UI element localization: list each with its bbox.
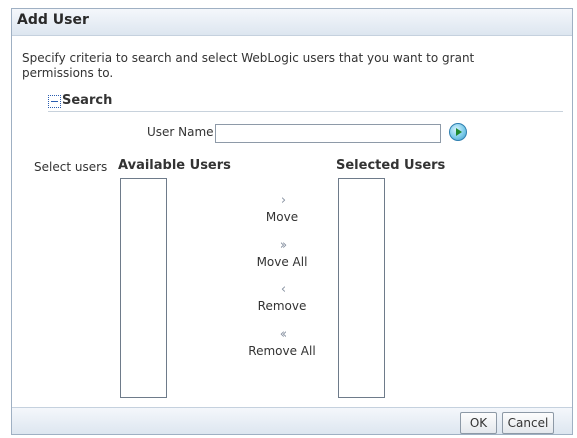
remove-left-icon: ‹ [280,282,286,297]
available-users-list[interactable] [120,178,167,398]
ok-button[interactable]: OK [460,412,497,434]
move-button[interactable]: › Move [232,192,332,224]
collapse-icon[interactable] [48,95,61,108]
remove-button[interactable]: ‹ Remove [232,281,332,313]
search-section-header[interactable]: Search [48,93,563,112]
move-label: Move [265,210,299,224]
available-users-header: Available Users [118,158,231,173]
go-arrow-icon[interactable] [449,123,467,141]
cancel-button[interactable]: Cancel [502,412,554,434]
move-right-icon: › [280,193,286,208]
dialog-title-bar[interactable]: Add User [12,9,572,36]
selected-users-list[interactable] [338,178,385,398]
instructions-text: Specify criteria to search and select We… [22,51,475,80]
add-user-dialog: Add User Specify criteria to search and … [11,8,573,435]
remove-label: Remove [257,299,307,313]
user-name-input[interactable] [215,124,441,143]
search-section-label: Search [62,93,113,108]
move-all-right-icon: ›› [279,238,287,253]
move-all-button[interactable]: ›› Move All [232,237,332,269]
remove-all-label: Remove All [248,344,316,358]
selected-users-header: Selected Users [336,158,446,173]
remove-all-button[interactable]: ‹‹ Remove All [232,326,332,358]
select-users-label: Select users [34,160,108,174]
dialog-title: Add User [17,12,89,28]
move-all-label: Move All [256,255,308,269]
remove-all-left-icon: ‹‹ [279,327,287,342]
user-name-label: User Name [147,125,214,139]
